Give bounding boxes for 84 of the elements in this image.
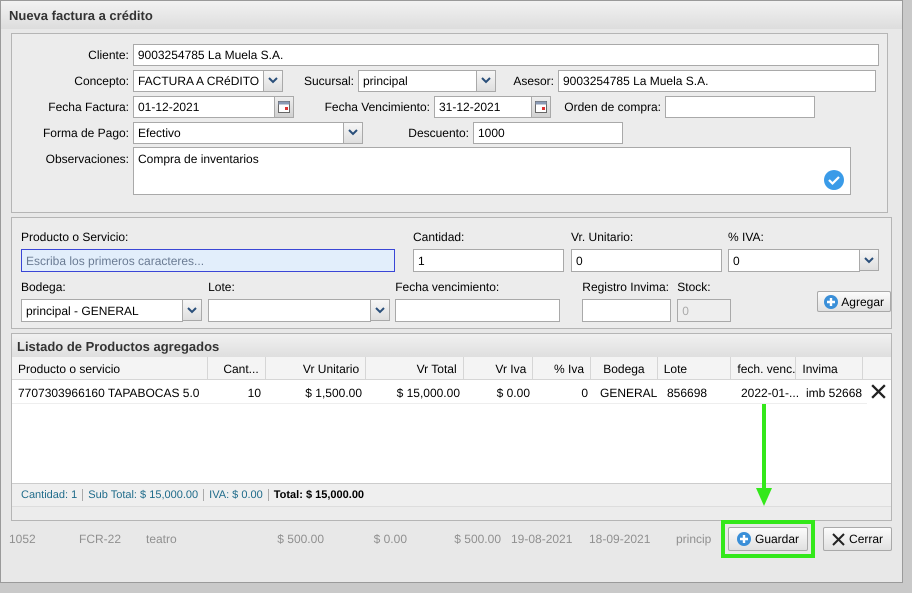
total-label: Cantidad: 1 [16,489,84,501]
table-cell: 10 [209,380,267,404]
field-label: Asesor: [512,72,555,90]
panel-title: Listado de Productos agregados [12,334,891,357]
column-header[interactable]: Producto o servicio [12,357,208,380]
faded-text: teatro [146,531,178,548]
table-cell: $ 1,500.00 [267,380,368,404]
dialog-title: Nueva factura a crédito [1,1,902,29]
add-button[interactable]: Agregar [817,291,891,312]
faded-text: $ 0.00 [372,531,407,548]
column-header[interactable]: Vr Iva [464,357,534,380]
caret-icon [375,306,386,314]
text-field[interactable]: 1000 [473,122,623,144]
column-header[interactable]: % Iva [533,357,592,380]
plus-icon [824,294,838,308]
table-cell: GENERAL [594,380,661,404]
faded-text: $ 500.00 [453,531,501,548]
text-field[interactable]: 9003254785 La Muela S.A. [558,70,876,92]
field-label: Fecha Factura: [47,98,130,116]
field-label: % IVA: [728,229,765,246]
text-field[interactable]: 1 [413,249,564,272]
column-header[interactable]: fech. venc. [731,357,796,380]
caret-icon [864,256,874,264]
date-field[interactable]: 01-12-2021 [133,96,275,118]
field-label: Observaciones: [44,151,130,168]
column-header[interactable]: Cant... [208,357,266,380]
caret-icon [187,306,197,314]
table-cell: 7707303966160 TAPABOCAS 5.0 [12,380,209,404]
column-header[interactable]: Lote [658,357,732,380]
field-label: Lote: [208,279,236,296]
text-field[interactable]: 9003254785 La Muela S.A. [132,44,879,66]
field-label: Bodega: [21,279,67,296]
total-label: Sub Total: $ 15,000.00 [83,489,204,501]
calendar-icon [278,100,290,112]
column-header[interactable]: Vr Total [366,357,464,380]
field-label: Registro Invima: [582,279,670,296]
faded-text: FCR-22 [79,531,122,548]
field-label: Vr. Unitario: [571,229,634,246]
plus-icon [737,532,751,546]
field-label: Stock: [677,279,712,296]
calendar-button[interactable] [532,96,551,118]
field-label: Sucursal: [302,72,355,90]
field-label: Concepto: [73,72,130,90]
faded-text: 19-08-2021 [510,531,574,548]
close-button[interactable]: Cerrar [823,527,892,551]
field-label: Cliente: [87,46,130,64]
total-label: IVA: $ 0.00 [204,489,269,501]
close-icon [832,532,846,546]
caret-icon [348,129,358,136]
column-header[interactable]: Vr Unitario [266,357,366,380]
table-cell: 856698 [661,380,735,404]
table-cell: 0 [536,380,594,404]
total-label: Total: $ 15,000.00 [272,489,366,501]
calendar-button[interactable] [275,96,294,118]
column-header[interactable]: Invima [796,357,864,380]
faded-text: $ 500.00 [276,531,324,548]
caret-icon [481,77,491,84]
field-label: Forma de Pago: [42,124,130,142]
faded-text: princip [676,531,712,548]
field-label: Producto o Servicio: [21,229,130,246]
save-button[interactable]: Guardar [728,527,808,551]
table-cell: imb 52668 [800,380,867,404]
text-field[interactable] [582,299,672,322]
table-cell: $ 15,000.00 [368,380,466,404]
check-icon [824,170,844,190]
faded-text: 1052 [9,531,37,548]
text-field[interactable] [395,299,560,322]
caret-icon [268,77,278,84]
field-label: Cantidad: [413,229,466,246]
calendar-icon [535,100,547,112]
field-label: Orden de compra: [563,98,662,116]
delete-button[interactable] [871,384,886,399]
textarea-field[interactable]: Compra de inventarios [133,147,851,195]
table-cell: 2022-01-... [735,380,800,404]
field-label: Fecha vencimiento: [395,279,500,296]
text-field[interactable]: Escriba los primeros caracteres... [21,249,395,272]
text-field[interactable] [665,96,815,118]
table-cell: $ 0.00 [466,380,536,404]
field-label: Descuento: [407,124,470,142]
field-label: Fecha Vencimiento: [324,98,431,116]
date-field[interactable]: 31-12-2021 [434,96,532,118]
column-header[interactable]: Bodega [591,357,658,380]
text-field[interactable]: 0 [571,249,722,272]
faded-text: 18-09-2021 [589,531,652,548]
